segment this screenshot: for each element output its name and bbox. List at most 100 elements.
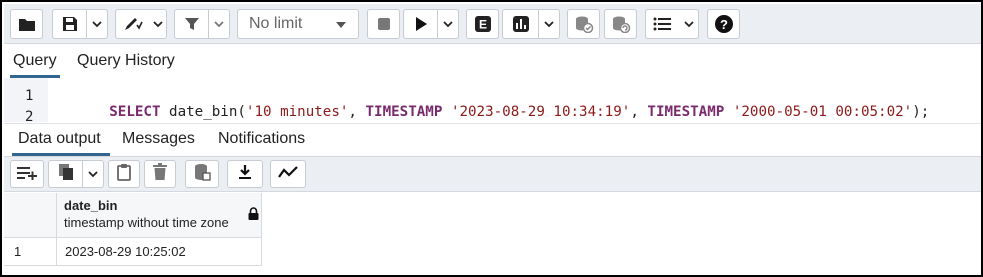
save-options-dropdown[interactable]: [86, 10, 107, 38]
execute-button-group: [403, 9, 459, 39]
sql-text: ,: [630, 104, 648, 120]
explain-analyze-button-group: [502, 9, 560, 39]
paste-button[interactable]: [108, 160, 140, 188]
row-limit-value: No limit: [249, 15, 303, 32]
grid-corner-header[interactable]: [4, 193, 57, 238]
rollback-icon: [611, 15, 631, 33]
sql-string: '2023-08-29 10:34:19': [450, 104, 631, 120]
macros-icon: [653, 16, 673, 32]
tab-data-output-label: Data output: [18, 130, 101, 147]
download-icon: [237, 164, 253, 185]
lock-icon: [248, 207, 259, 225]
graph-icon: [278, 165, 298, 184]
macros-options-dropdown[interactable]: [680, 10, 698, 38]
open-file-button[interactable]: [10, 9, 43, 39]
stop-button[interactable]: [367, 9, 400, 39]
sql-string: '2000-05-01 00:05:02': [732, 104, 913, 120]
explain-button[interactable]: E: [466, 9, 499, 39]
column-header-date-bin[interactable]: date_bin timestamp without time zone: [57, 193, 262, 238]
explain-letter: E: [478, 18, 486, 32]
execute-icon: [414, 16, 428, 32]
data-grid: date_bin timestamp without time zone 1 2…: [4, 193, 981, 275]
copy-button[interactable]: [49, 161, 82, 187]
chevron-down-icon: [336, 22, 346, 28]
explain-icon: E: [474, 15, 492, 33]
macros-button-group: [645, 9, 699, 39]
explain-analyze-button[interactable]: [503, 10, 538, 38]
tab-messages[interactable]: Messages: [122, 130, 195, 148]
column-name: date_bin: [64, 198, 118, 213]
sql-text: );: [912, 104, 930, 120]
tab-query[interactable]: Query: [10, 52, 60, 78]
row-limit-select[interactable]: No limit: [237, 9, 359, 39]
tab-query-history[interactable]: Query History: [77, 52, 175, 70]
save-icon: [62, 16, 78, 32]
save-data-icon: [193, 163, 211, 186]
folder-open-icon: [18, 16, 36, 32]
edit-options-dropdown[interactable]: [150, 10, 166, 38]
data-output-toolbar: [4, 156, 981, 192]
app-window: No limit E ? Query Query History 1 2 SEL…: [0, 0, 983, 277]
svg-text:?: ?: [720, 17, 728, 32]
tab-notifications[interactable]: Notifications: [218, 130, 305, 148]
sql-string: '10 minutes': [245, 104, 349, 120]
edit-button[interactable]: [116, 10, 150, 38]
copy-options-dropdown[interactable]: [82, 161, 103, 187]
save-data-button[interactable]: [185, 160, 219, 188]
chevron-down-icon: [684, 20, 694, 28]
tab-query-history-label: Query History: [77, 52, 175, 69]
sql-keyword: SELECT: [109, 104, 161, 120]
tab-query-label: Query: [13, 52, 57, 69]
sql-text: date_bin(: [160, 104, 246, 120]
line-number: 1: [25, 88, 34, 104]
save-file-button[interactable]: [53, 10, 86, 38]
filter-icon: [184, 16, 200, 32]
macros-button[interactable]: [646, 10, 680, 38]
copy-button-group: [48, 160, 104, 188]
copy-icon: [58, 163, 74, 186]
download-button[interactable]: [227, 160, 263, 188]
graph-visualiser-button[interactable]: [270, 160, 306, 188]
tab-notifications-label: Notifications: [218, 130, 306, 147]
sql-keyword: TIMESTAMP: [365, 104, 443, 120]
table-cell[interactable]: 2023-08-29 10:25:02: [57, 238, 262, 266]
delete-icon: [153, 163, 167, 185]
delete-button[interactable]: [144, 160, 176, 188]
filter-button[interactable]: [175, 10, 208, 38]
sql-keyword: TIMESTAMP: [647, 104, 725, 120]
add-row-button[interactable]: [10, 160, 44, 188]
filter-options-dropdown[interactable]: [208, 10, 229, 38]
query-toolbar: No limit E ?: [4, 4, 981, 44]
paste-icon: [116, 163, 132, 186]
add-row-icon: [16, 164, 38, 185]
execute-options-dropdown[interactable]: [437, 10, 458, 38]
save-button-group: [52, 9, 108, 39]
help-button[interactable]: ?: [707, 9, 740, 39]
commit-icon: [574, 15, 594, 33]
execute-button[interactable]: [404, 10, 437, 38]
chevron-down-icon: [443, 20, 453, 28]
tab-data-output[interactable]: Data output: [12, 130, 110, 156]
sql-editor[interactable]: 1 2 SELECT date_bin('10 minutes', TIMEST…: [4, 78, 981, 125]
help-icon: ?: [714, 14, 734, 34]
sql-text: ,: [348, 104, 366, 120]
rollback-button[interactable]: [604, 9, 637, 39]
query-tabs: Query Query History: [4, 45, 981, 78]
result-tabs: Data output Messages Notifications: [4, 123, 981, 156]
stop-icon: [377, 17, 391, 31]
chevron-down-icon: [92, 20, 102, 28]
row-number[interactable]: 1: [4, 238, 57, 266]
chevron-down-icon: [544, 20, 554, 28]
tab-messages-label: Messages: [122, 130, 195, 147]
chevron-down-icon: [214, 20, 224, 28]
chevron-down-icon: [153, 20, 163, 28]
explain-options-dropdown[interactable]: [538, 10, 559, 38]
editor-gutter: 1 2: [4, 78, 48, 125]
edit-button-group: [115, 9, 167, 39]
edit-icon: [123, 16, 143, 32]
explain-analyze-icon: [512, 15, 530, 33]
commit-button[interactable]: [567, 9, 600, 39]
column-type: timestamp without time zone: [64, 215, 229, 230]
